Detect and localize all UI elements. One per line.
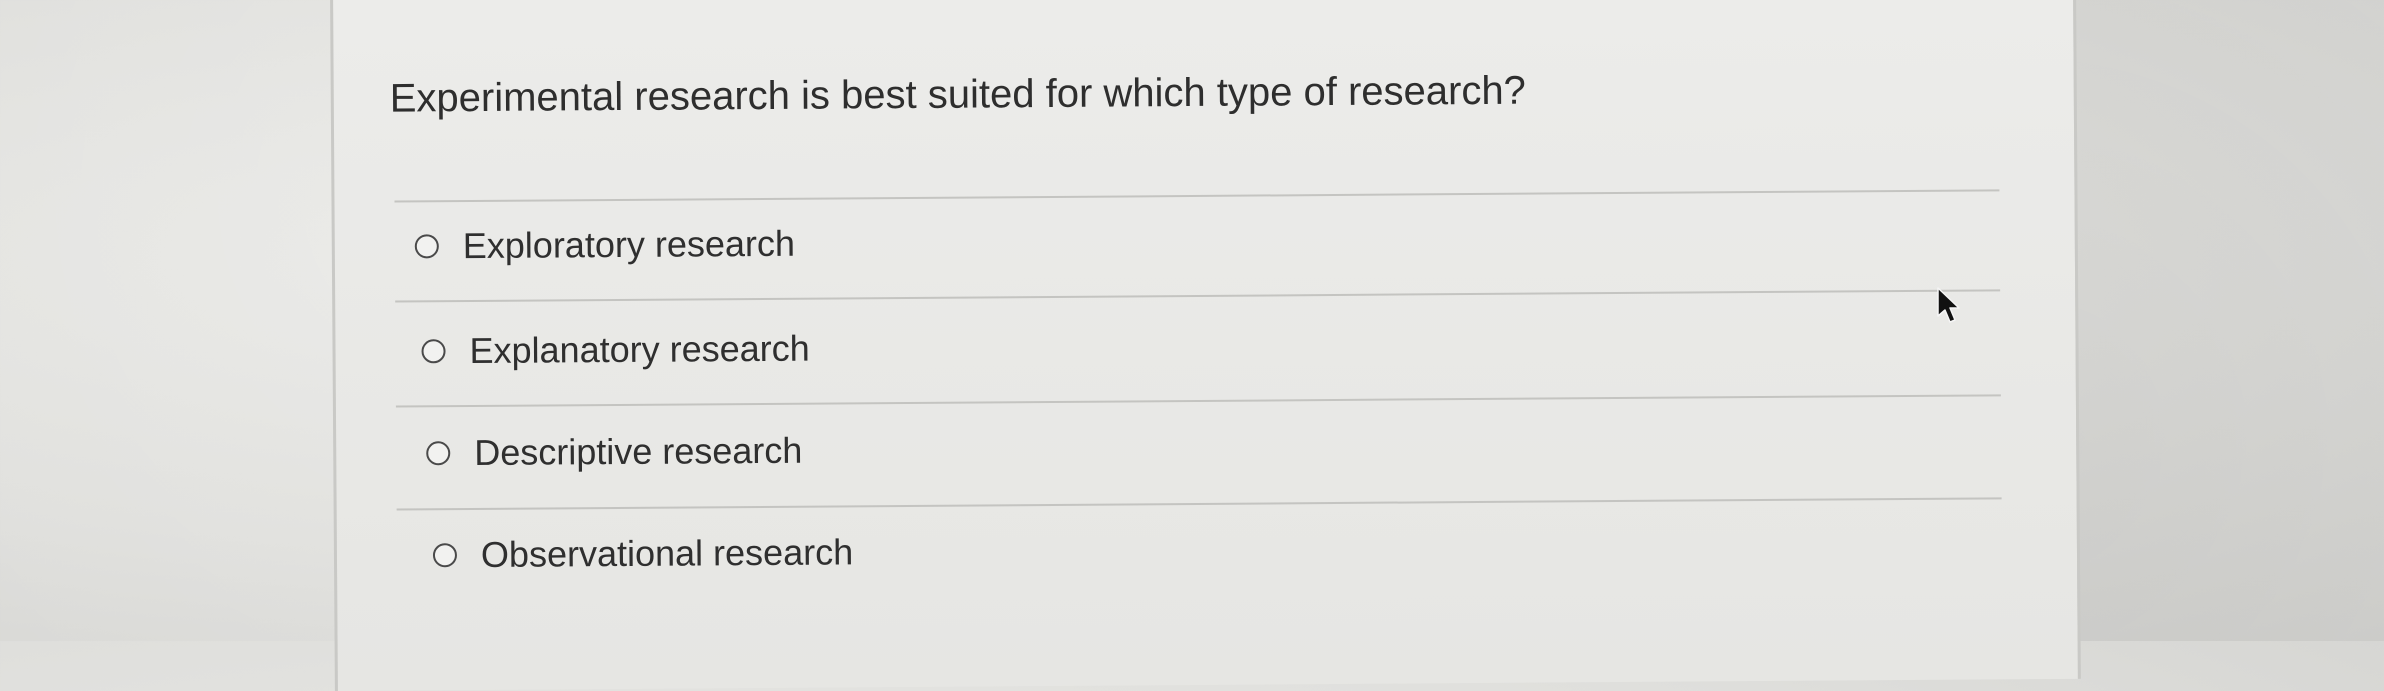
- divider: [395, 289, 2001, 303]
- option-explanatory[interactable]: Explanatory research: [421, 327, 810, 373]
- option-observational[interactable]: Observational research: [432, 531, 854, 576]
- question-text: Experimental research is best suited for…: [389, 68, 1526, 121]
- option-label: Observational research: [480, 531, 854, 575]
- option-descriptive[interactable]: Descriptive research: [426, 429, 803, 475]
- divider: [394, 189, 2000, 203]
- option-label: Explanatory research: [469, 327, 810, 372]
- question-card: Experimental research is best suited for…: [330, 0, 2081, 691]
- radio-unselected-icon[interactable]: [426, 441, 451, 466]
- radio-unselected-icon[interactable]: [414, 234, 439, 259]
- radio-unselected-icon[interactable]: [432, 543, 458, 568]
- option-exploratory[interactable]: Exploratory research: [414, 222, 796, 268]
- mouse-pointer-icon: [1937, 287, 1960, 323]
- divider: [396, 497, 2002, 511]
- radio-unselected-icon[interactable]: [421, 339, 446, 364]
- divider: [395, 394, 2001, 408]
- option-label: Exploratory research: [462, 222, 796, 267]
- option-label: Descriptive research: [474, 429, 803, 474]
